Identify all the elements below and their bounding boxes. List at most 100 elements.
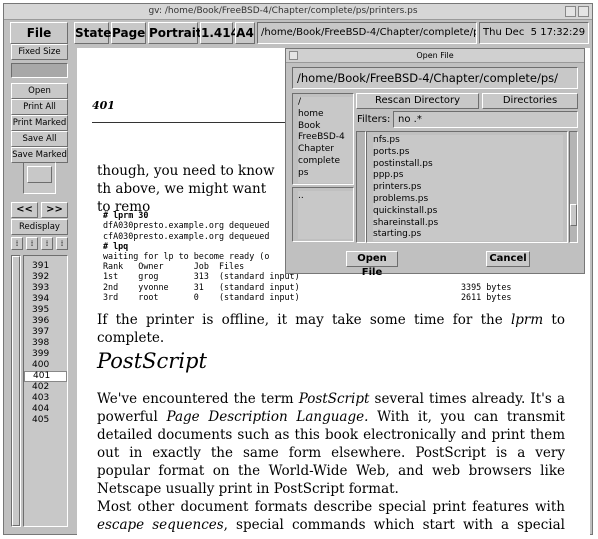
file-item[interactable]: ports.ps [373, 147, 563, 159]
open-file-button[interactable]: Open File [346, 251, 398, 278]
file-list[interactable]: nfs.ps ports.ps postinstall.ps ppp.ps printe… [366, 131, 568, 243]
print-marked-button[interactable]: Print Marked [11, 115, 68, 131]
p2-emphasis: lprm [510, 312, 544, 328]
previous-page-button[interactable]: << [11, 202, 38, 218]
subdirectory-list[interactable]: .. [292, 187, 354, 242]
page-list-item[interactable]: 401 [24, 371, 67, 382]
directories-button[interactable]: Directories [482, 93, 578, 109]
state-menu-button[interactable]: State [74, 22, 111, 44]
lpq-status: waiting for lp to become ready (o [103, 251, 270, 261]
file-item[interactable]: quickinstall.ps [373, 206, 563, 218]
rescan-directory-button[interactable]: Rescan Directory [356, 93, 479, 109]
page-list-item[interactable]: 399 [24, 349, 67, 360]
page-list-item[interactable]: 395 [24, 305, 67, 316]
file-item[interactable]: starting.ps [373, 229, 563, 241]
file-list-scroll-thumb[interactable] [570, 204, 577, 226]
page-list-item[interactable]: 394 [24, 294, 67, 305]
directory-item[interactable]: ps [298, 168, 353, 180]
page-list-item[interactable]: 398 [24, 338, 67, 349]
scale-button[interactable]: 1.414 [200, 22, 239, 44]
file-item[interactable]: problems.ps [373, 194, 563, 206]
date-field: Thu Dec 5 17:32:29 20 [479, 22, 589, 44]
directory-item[interactable]: home [298, 109, 353, 121]
page-preview-panner[interactable] [23, 162, 56, 194]
page-list-item[interactable]: 393 [24, 283, 67, 294]
file-menu-button[interactable]: File [10, 22, 68, 44]
minimize-icon[interactable] [565, 6, 576, 17]
page-list-item[interactable]: 396 [24, 316, 67, 327]
page-list[interactable]: 391 392 393 394 395 396 397 398 399 400 401 402 403 4… [23, 255, 68, 527]
page-list-scroll-thumb[interactable] [12, 256, 20, 526]
path-input[interactable]: /home/Book/FreeBSD-4/Chapter/complete/ps… [292, 67, 578, 89]
page-list-item[interactable]: 397 [24, 327, 67, 338]
dialog-menu-icon[interactable] [289, 51, 298, 60]
print-all-button[interactable]: Print All [11, 99, 68, 115]
mark-even-icon[interactable]: ⁞ [26, 237, 38, 250]
mark-toggles: ⁞ ⁞ ⁞ ⁞ [11, 237, 68, 251]
save-all-button[interactable]: Save All [11, 131, 68, 147]
mark-odd-icon[interactable]: ⁞ [11, 237, 23, 250]
page-list-item[interactable]: 391 [24, 261, 67, 272]
file-list-items: nfs.ps ports.ps postinstall.ps ppp.ps printe… [373, 135, 563, 241]
filters-label: Filters: [357, 114, 391, 125]
page-list-item[interactable]: 402 [24, 382, 67, 393]
page-list-item[interactable]: 403 [24, 393, 67, 404]
p3-emphasis-1: PostScript [298, 391, 370, 407]
lpq-row: 3rd root 0 (standard input) 2611 bytes [103, 292, 512, 302]
cancel-button[interactable]: Cancel [486, 251, 530, 267]
p3-emphasis-2: Page Description Language. [166, 409, 369, 425]
file-item[interactable]: shareinstall.ps [373, 218, 563, 230]
file-item[interactable]: nfs.ps [373, 135, 563, 147]
page-list-item[interactable]: 392 [24, 272, 67, 283]
panner-thumb[interactable] [27, 166, 52, 183]
zoom-indicator [11, 63, 68, 78]
open-file-dialog: Open File /home/Book/FreeBSD-4/Chapter/c… [285, 48, 585, 278]
dialog-title: Open File [286, 49, 584, 63]
paragraph-3: We've encountered the term PostScript se… [97, 390, 565, 498]
page-list-item[interactable]: 405 [24, 415, 67, 426]
section-heading: PostScript [97, 349, 207, 373]
open-button[interactable]: Open [11, 83, 68, 99]
file-item[interactable]: postinstall.ps [373, 159, 563, 171]
orientation-button[interactable]: Portrait [148, 22, 202, 44]
file-item[interactable]: printers.ps [373, 182, 563, 194]
directory-path-list[interactable]: / home Book FreeBSD-4 Chapter complete ps [292, 93, 354, 185]
directory-item[interactable]: complete [298, 156, 353, 168]
p3-text-a: We've encountered the term [97, 391, 299, 407]
directory-item[interactable]: Chapter [298, 144, 353, 156]
file-item[interactable]: ppp.ps [373, 170, 563, 182]
lpq-row: 2nd yvonne 31 (standard input) 3395 byte… [103, 281, 512, 292]
file-list-scrollbar[interactable] [569, 131, 578, 243]
directory-item[interactable]: Book [298, 121, 353, 133]
paragraph-1: though, you need to know th above, we mi… [97, 163, 275, 215]
page-list-scrollbar[interactable] [11, 255, 21, 527]
page-list-item[interactable]: 400 [24, 360, 67, 371]
directory-item[interactable]: / [298, 97, 353, 109]
paper-size-button[interactable]: A4 [235, 22, 255, 44]
lpq-header: Rank Owner Job Files [103, 261, 245, 271]
close-icon[interactable] [578, 6, 589, 17]
next-page-button[interactable]: >> [41, 202, 68, 218]
lpq-rows: 1st grog 313 (standard input) 2nd yvonne… [103, 271, 523, 303]
directory-item[interactable]: FreeBSD-4 [298, 132, 353, 144]
gv-window: gv: /home/Book/FreeBSD-4/Chapter/complet… [3, 3, 593, 536]
subdirectory-items: .. [298, 191, 353, 239]
page-menu-button[interactable]: Page [111, 22, 146, 44]
page-list-item[interactable]: 404 [24, 404, 67, 415]
unmark-all-icon[interactable]: ⁞ [56, 237, 68, 250]
page-number: 401 [92, 99, 115, 112]
title-bar[interactable]: gv: /home/Book/FreeBSD-4/Chapter/complet… [4, 4, 592, 20]
p2-text: If the printer is offline, it may take s… [97, 312, 511, 328]
save-marked-button[interactable]: Save Marked [11, 147, 68, 163]
fixed-size-button[interactable]: Fixed Size [11, 44, 68, 60]
subdirectory-item[interactable]: .. [298, 191, 353, 203]
p4-text-a: Most other document formats describe spe… [97, 499, 565, 515]
p4-emphasis: escape sequences [97, 517, 224, 533]
file-list-scrollbar-left[interactable] [356, 131, 366, 243]
mark-current-icon[interactable]: ⁞ [41, 237, 53, 250]
window-title: gv: /home/Book/FreeBSD-4/Chapter/complet… [148, 6, 418, 16]
filters-input[interactable]: no .* [393, 111, 578, 128]
redisplay-button[interactable]: Redisplay [11, 219, 68, 235]
paragraph-2: If the printer is offline, it may take s… [97, 311, 565, 347]
lprm-output: dfA030presto.example.org dequeued cfA030… [103, 220, 270, 241]
